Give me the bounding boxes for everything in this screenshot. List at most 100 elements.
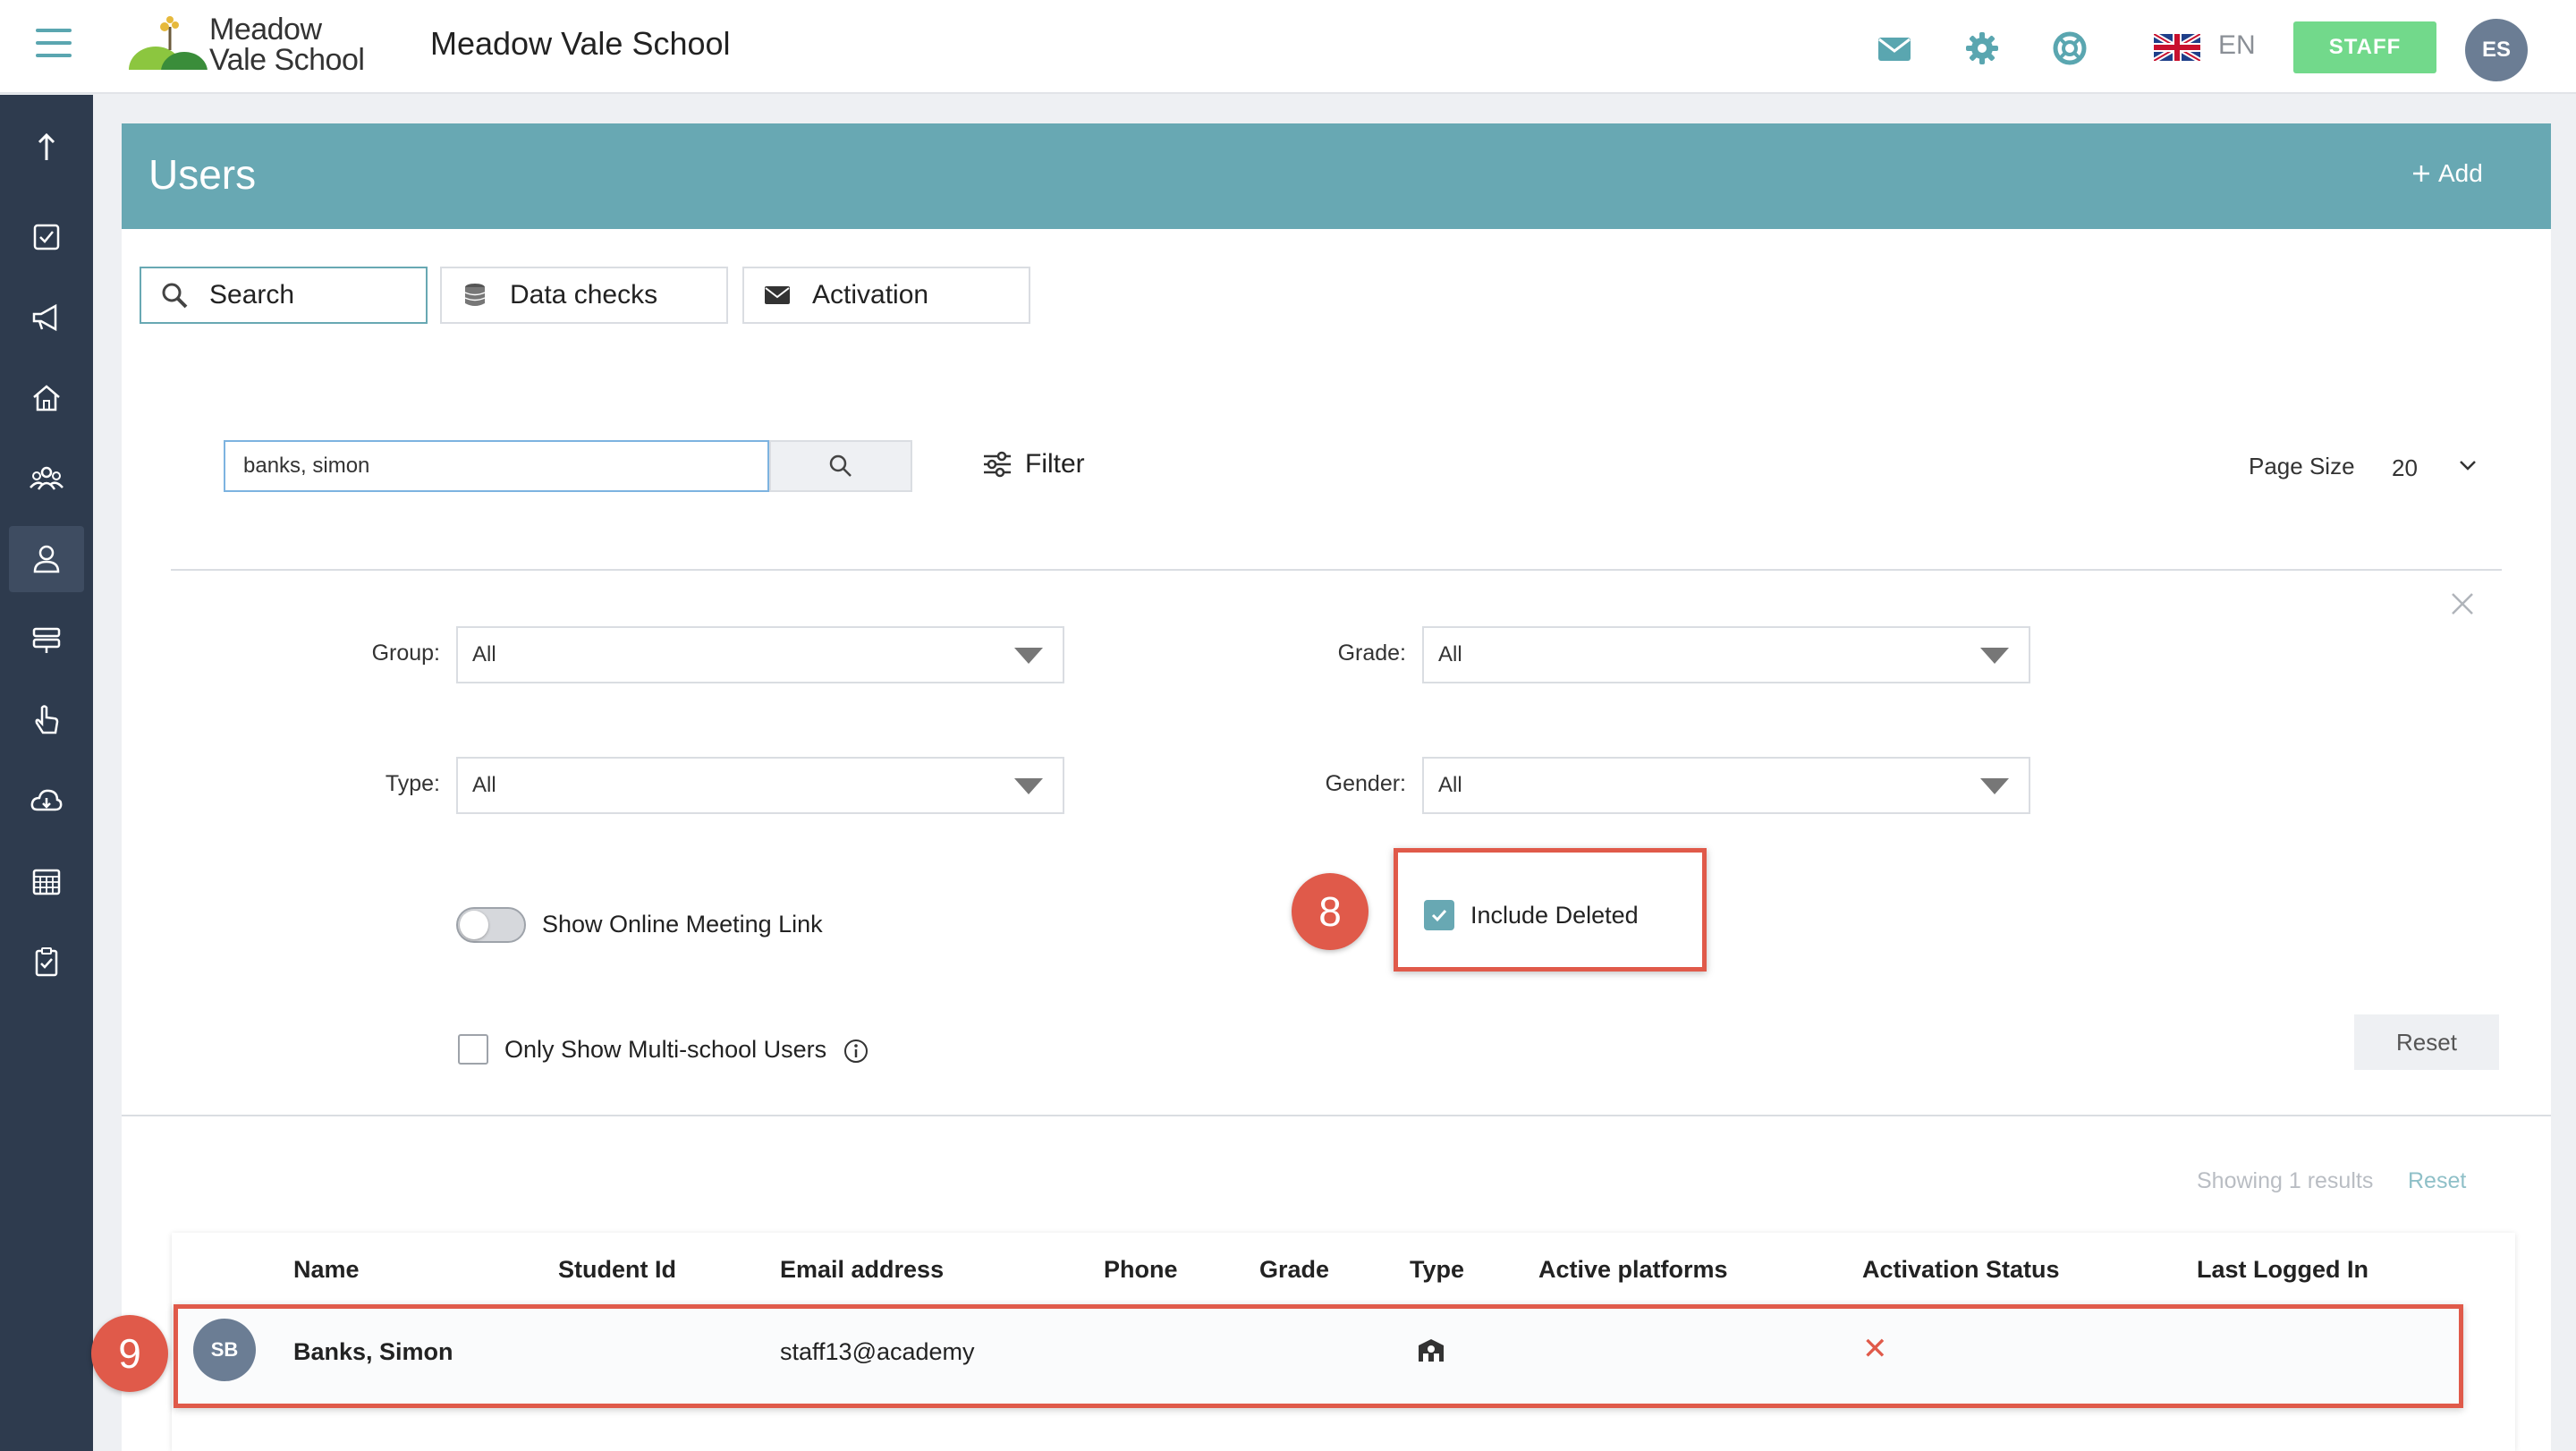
user-avatar[interactable]: ES <box>2465 19 2528 81</box>
page-title: Users <box>148 151 257 198</box>
search-submit-button[interactable] <box>769 440 912 492</box>
magnifier-icon <box>829 454 852 477</box>
user-search-input[interactable]: banks, simon <box>224 440 769 492</box>
sidebar-item-assessments[interactable] <box>9 929 84 995</box>
chevron-down-icon[interactable] <box>2458 458 2478 472</box>
school-name: Meadow Vale School <box>430 25 731 62</box>
tab-activation[interactable]: Activation <box>742 267 1030 324</box>
home-icon <box>33 385 60 412</box>
user-icon <box>33 545 60 573</box>
sidebar-item-attendance[interactable] <box>9 687 84 753</box>
clipboard-icon <box>35 947 58 977</box>
group-select[interactable]: All <box>456 626 1064 683</box>
sidebar-item-groups[interactable] <box>9 445 84 512</box>
arrow-up-icon <box>38 132 55 160</box>
column-header-phone[interactable]: Phone <box>1104 1256 1178 1284</box>
school-logo[interactable]: Meadow Vale School <box>129 13 365 93</box>
include-deleted-checkbox[interactable] <box>1424 900 1454 930</box>
step-8-badge: 8 <box>1292 873 1368 950</box>
uk-flag-icon[interactable] <box>2154 34 2200 61</box>
sidebar-item-announcements[interactable] <box>9 284 84 351</box>
sidebar-item-downloads[interactable] <box>9 768 84 834</box>
column-header-activation-status[interactable]: Activation Status <box>1862 1256 2060 1284</box>
timetable-icon <box>32 627 61 653</box>
caret-down-icon <box>1980 778 2009 794</box>
sidebar-item-tasks[interactable] <box>9 204 84 270</box>
row-email: staff13@academy <box>780 1338 975 1365</box>
column-header-active-platforms[interactable]: Active platforms <box>1538 1256 1728 1284</box>
caret-down-icon <box>1014 648 1043 664</box>
activation-status-icon: ✕ <box>1862 1332 1888 1366</box>
megaphone-icon <box>32 303 57 332</box>
help-icon[interactable] <box>2050 29 2089 68</box>
mail-icon[interactable] <box>1875 29 1914 68</box>
grade-select[interactable]: All <box>1422 626 2030 683</box>
reset-results-link[interactable]: Reset <box>2408 1168 2466 1194</box>
column-header-student-id[interactable]: Student Id <box>558 1256 676 1284</box>
multi-school-checkbox[interactable] <box>458 1034 488 1065</box>
row-name[interactable]: Banks, Simon <box>293 1338 453 1366</box>
sliders-icon <box>984 451 1011 478</box>
language-code[interactable]: EN <box>2218 30 2256 61</box>
tab-data-checks-label: Data checks <box>510 280 658 310</box>
logo-line-1: Meadow <box>209 13 322 47</box>
column-header-grade[interactable]: Grade <box>1259 1256 1329 1284</box>
sidebar-item-timetable[interactable] <box>9 607 84 673</box>
column-header-type[interactable]: Type <box>1410 1256 1464 1284</box>
users-panel: Users Add Search Data checks Activation <box>91 123 2551 1451</box>
multi-school-label: Only Show Multi-school Users <box>504 1036 827 1063</box>
tab-search-label: Search <box>209 280 295 310</box>
sidebar-item-up[interactable] <box>9 115 84 181</box>
hand-pointer-icon <box>35 705 59 734</box>
caret-down-icon <box>1014 778 1043 794</box>
column-header-email[interactable]: Email address <box>780 1256 944 1284</box>
settings-icon[interactable] <box>1962 29 2002 68</box>
group-label: Group: <box>371 641 440 666</box>
filter-label: Filter <box>1025 449 1085 479</box>
logo-hills-icon <box>129 16 209 93</box>
table-row[interactable] <box>174 1304 2463 1408</box>
staff-icon <box>1419 1339 1444 1362</box>
column-header-name[interactable]: Name <box>293 1256 360 1284</box>
filter-toggle-button[interactable]: Filter <box>982 449 1085 479</box>
plus-icon <box>2413 165 2429 182</box>
tab-activation-label: Activation <box>812 280 929 310</box>
avatar: SB <box>193 1319 256 1381</box>
type-select[interactable]: All <box>456 757 1064 814</box>
reset-filters-button[interactable]: Reset <box>2354 1014 2499 1070</box>
online-meeting-label: Show Online Meeting Link <box>542 911 823 938</box>
grade-label: Grade: <box>1337 641 1406 666</box>
checkmark-icon <box>1431 909 1447 922</box>
add-label: Add <box>2438 159 2483 187</box>
sidebar <box>0 95 93 1451</box>
page-size-label: Page Size <box>2249 453 2355 479</box>
hamburger-menu-icon[interactable] <box>36 29 72 61</box>
tab-search[interactable]: Search <box>140 267 428 324</box>
staff-role-button[interactable]: STAFF <box>2293 21 2436 73</box>
info-icon[interactable] <box>843 1038 869 1065</box>
checklist-icon <box>33 224 60 250</box>
page-size-select[interactable]: 20 <box>2392 454 2418 482</box>
gender-label: Gender: <box>1325 771 1406 796</box>
search-icon <box>162 283 188 309</box>
close-filters-icon[interactable] <box>2447 589 2478 619</box>
group-select-value: All <box>472 642 496 666</box>
calendar-icon <box>32 869 61 895</box>
column-header-last-logged-in[interactable]: Last Logged In <box>2197 1256 2368 1284</box>
type-select-value: All <box>472 773 496 797</box>
gender-select[interactable]: All <box>1422 757 2030 814</box>
gender-select-value: All <box>1438 773 1462 797</box>
add-user-button[interactable]: Add <box>2411 159 2483 188</box>
grade-select-value: All <box>1438 642 1462 666</box>
top-bar: Meadow Vale School Meadow Vale School EN… <box>0 0 2576 94</box>
online-meeting-toggle[interactable] <box>456 907 526 943</box>
sidebar-item-users[interactable] <box>9 526 84 592</box>
database-icon <box>464 284 486 306</box>
sidebar-item-calendar[interactable] <box>9 848 84 914</box>
tab-data-checks[interactable]: Data checks <box>440 267 728 324</box>
sidebar-item-home[interactable] <box>9 365 84 431</box>
divider <box>122 1115 2551 1116</box>
envelope-icon <box>765 286 790 304</box>
caret-down-icon <box>1980 648 2009 664</box>
panel-header: Users Add <box>122 123 2551 229</box>
